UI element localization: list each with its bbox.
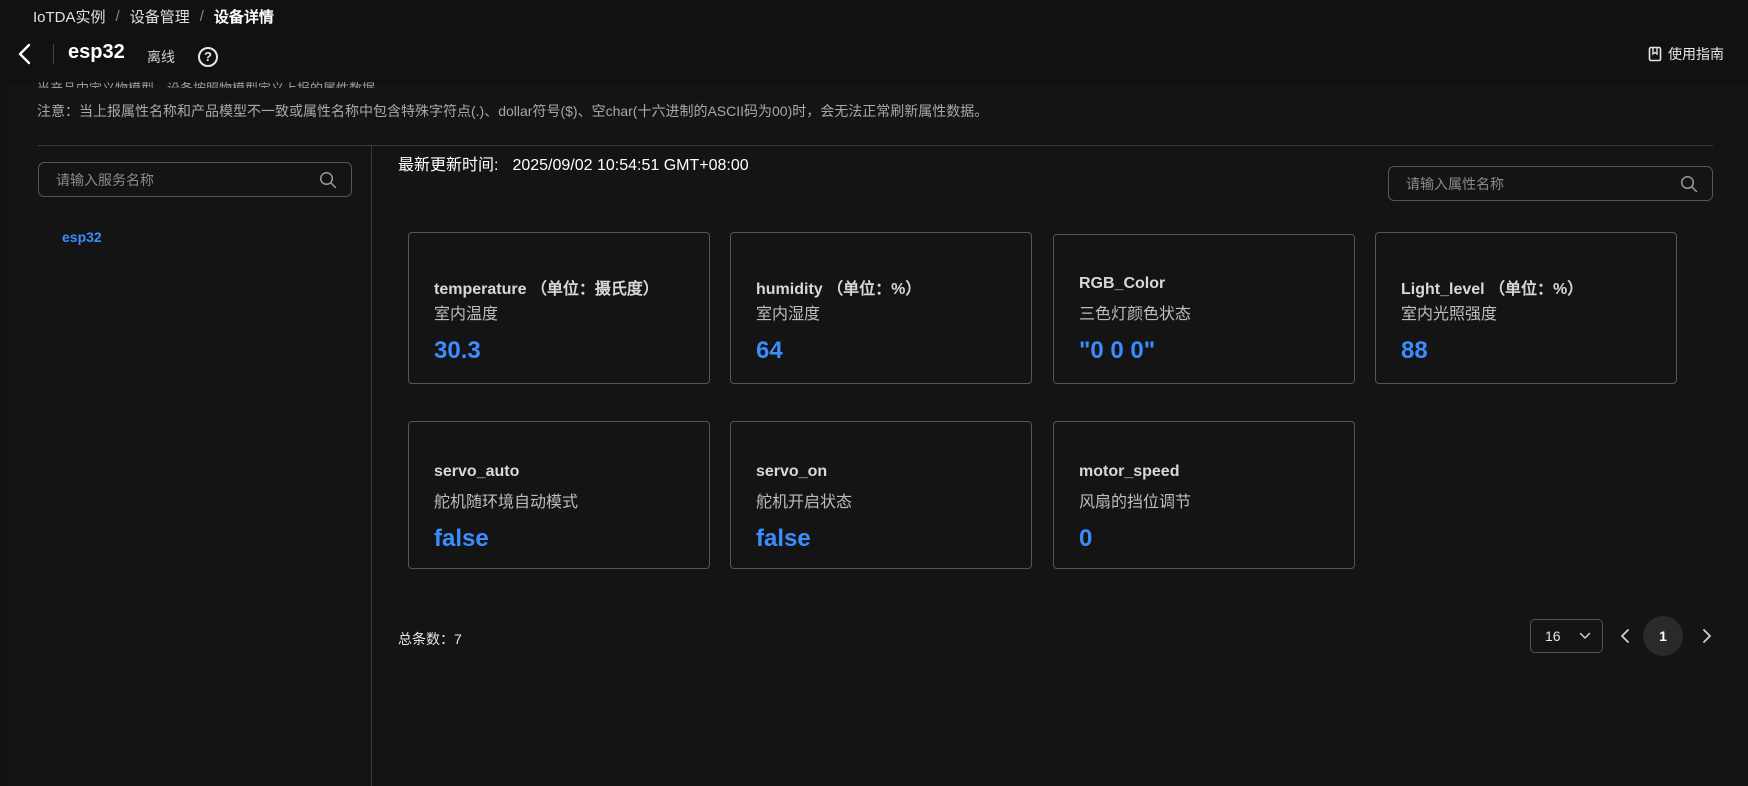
- breadcrumb-item-device-detail: 设备详情: [213, 9, 274, 26]
- search-icon[interactable]: [1680, 175, 1698, 193]
- chevron-left-icon: [18, 43, 31, 65]
- property-value: 88: [1401, 337, 1428, 364]
- content-panel: 当产品中定义物模型，设备按照物模型定义上报的属性数据 注意：当上报属性名称和产品…: [9, 81, 1748, 786]
- property-description: 舵机开启状态: [756, 494, 853, 511]
- property-name: RGB_Color: [1079, 275, 1166, 292]
- back-button[interactable]: [14, 40, 36, 68]
- breadcrumb-item-iotda[interactable]: IoTDA实例: [33, 6, 106, 27]
- page-header: IoTDA实例 / 设备管理 / 设备详情 esp32 离线 ? 使用指南: [0, 0, 1748, 84]
- previous-page-button[interactable]: [1618, 627, 1632, 645]
- property-description: 室内湿度: [756, 306, 821, 323]
- property-description: 室内温度: [434, 306, 499, 323]
- last-update-value: 2025/09/02 10:54:51 GMT+08:00: [512, 157, 749, 174]
- breadcrumb-separator: /: [115, 8, 120, 25]
- property-value: false: [434, 525, 489, 552]
- service-search-input[interactable]: [54, 163, 304, 196]
- sidebar-item-esp32[interactable]: esp32: [62, 229, 102, 245]
- property-search-box: [1388, 166, 1713, 201]
- page-size-value: 16: [1545, 628, 1561, 644]
- property-name: temperature （单位：摄氏度）: [434, 281, 659, 298]
- property-name: servo_on: [756, 463, 828, 480]
- book-icon: [1648, 46, 1662, 62]
- property-description: 舵机随环境自动模式: [434, 494, 579, 511]
- breadcrumb-item-device-management[interactable]: 设备管理: [130, 6, 190, 27]
- status-badge: 离线: [147, 49, 175, 65]
- property-card-light-level[interactable]: Light_level （单位：%） 室内光照强度 88: [1375, 232, 1677, 384]
- next-page-button[interactable]: [1700, 627, 1714, 645]
- property-name: Light_level （单位：%）: [1401, 281, 1584, 298]
- page-title: esp32: [68, 41, 125, 63]
- property-value: 30.3: [434, 337, 481, 364]
- property-value: false: [756, 525, 811, 552]
- property-description: 室内光照强度: [1401, 306, 1498, 323]
- title-row: esp32 离线 ? 使用指南: [0, 36, 1748, 76]
- property-card-servo-on[interactable]: servo_on 舵机开启状态 false: [730, 421, 1032, 569]
- property-card-humidity[interactable]: humidity （单位：%） 室内湿度 64: [730, 232, 1032, 384]
- property-name: motor_speed: [1079, 463, 1180, 480]
- notice-partial: 当产品中定义物模型，设备按照物模型定义上报的属性数据: [37, 78, 375, 88]
- property-value: 64: [756, 337, 783, 364]
- last-update-label: 最新更新时间:: [398, 157, 499, 174]
- page-size-select[interactable]: 16: [1530, 619, 1603, 653]
- title-divider: [53, 44, 54, 64]
- sidebar-divider: [371, 146, 372, 786]
- section-divider: [38, 145, 1713, 146]
- property-card-temperature[interactable]: temperature （单位：摄氏度） 室内温度 30.3: [408, 232, 710, 384]
- property-description: 三色灯颜色状态: [1079, 306, 1192, 323]
- property-search-input[interactable]: [1404, 167, 1664, 200]
- property-value: 0: [1079, 525, 1093, 552]
- last-update: 最新更新时间: 2025/09/02 10:54:51 GMT+08:00: [398, 151, 749, 175]
- property-card-motor-speed[interactable]: motor_speed 风扇的挡位调节 0: [1053, 421, 1355, 569]
- breadcrumb-separator: /: [199, 8, 204, 25]
- property-value: "0 0 0": [1079, 337, 1156, 364]
- total-count: 总条数：7: [398, 631, 462, 647]
- breadcrumb: IoTDA实例 / 设备管理 / 设备详情: [33, 6, 274, 27]
- property-name: servo_auto: [434, 463, 520, 480]
- service-search-box: [38, 162, 352, 197]
- property-description: 风扇的挡位调节: [1079, 494, 1192, 511]
- help-icon[interactable]: ?: [198, 47, 218, 67]
- property-card-servo-auto[interactable]: servo_auto 舵机随环境自动模式 false: [408, 421, 710, 569]
- user-guide-label: 使用指南: [1668, 46, 1724, 62]
- chevron-down-icon: [1579, 632, 1591, 639]
- property-name: humidity （单位：%）: [756, 281, 922, 298]
- property-card-rgb-color[interactable]: RGB_Color 三色灯颜色状态 "0 0 0": [1053, 234, 1355, 384]
- user-guide-link[interactable]: 使用指南: [1648, 44, 1724, 64]
- search-icon[interactable]: [319, 171, 337, 189]
- page-number-current[interactable]: 1: [1643, 616, 1683, 656]
- notice-text: 注意：当上报属性名称和产品模型不一致或属性名称中包含特殊字符点(.)、dolla…: [37, 103, 989, 119]
